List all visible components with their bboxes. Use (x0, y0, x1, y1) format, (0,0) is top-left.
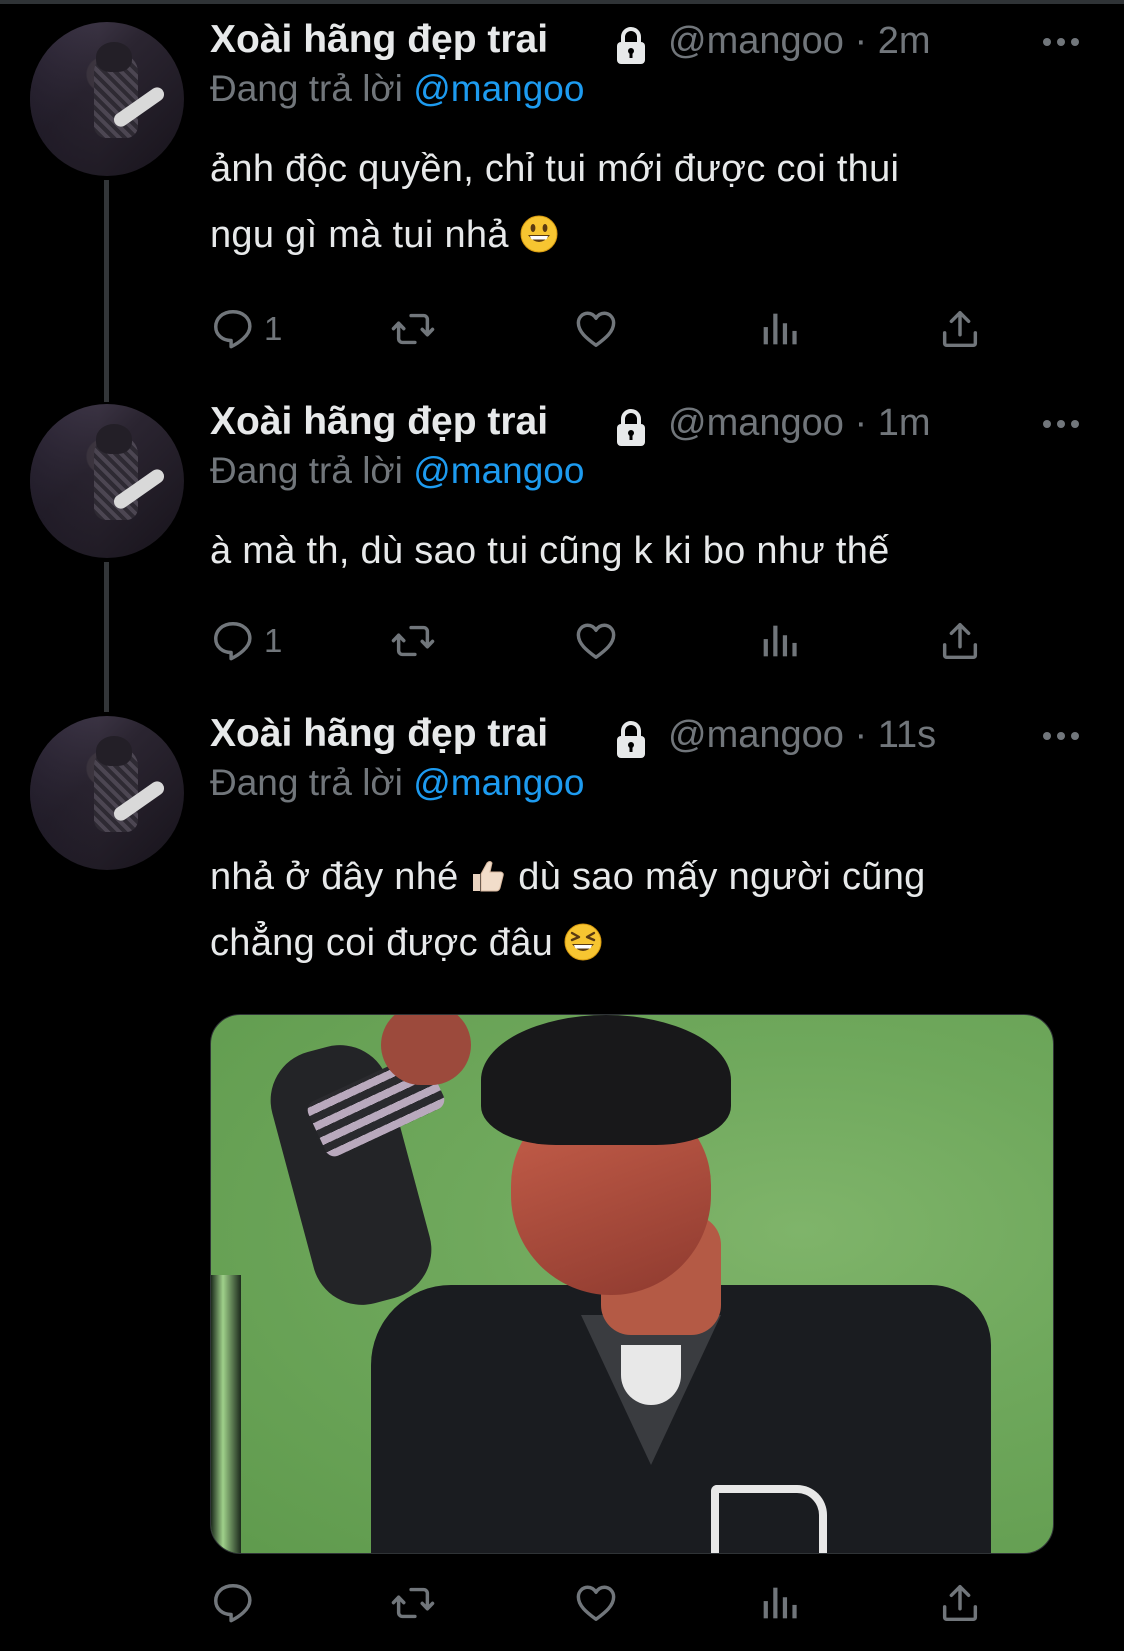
reply-icon (210, 618, 256, 664)
handle-time[interactable]: @mangoo · 11s (668, 714, 936, 757)
lock-icon (611, 720, 651, 760)
grinning-squinting-face-emoji (564, 923, 602, 961)
tweet-text: ảnh độc quyền, chỉ tui mới được coi thui… (210, 148, 900, 256)
tweet-text: à mà th, dù sao tui cũng k ki bo như thế (210, 530, 890, 572)
display-name[interactable]: Xoài hãng đẹp trai (210, 712, 548, 756)
share-button[interactable] (937, 616, 983, 666)
replying-to: Đang trả lời @mangoo (210, 450, 585, 491)
tweet-1[interactable]: Xoài hãng đẹp trai @mangoo · 2m Đang trả… (0, 18, 1124, 402)
avatar[interactable] (30, 716, 184, 870)
like-icon (573, 618, 619, 664)
reply-button[interactable]: 1 (210, 304, 282, 354)
top-divider (0, 0, 1124, 4)
views-button[interactable] (756, 1578, 802, 1628)
views-icon (756, 1580, 802, 1626)
share-icon (937, 1580, 983, 1626)
replying-to: Đang trả lời @mangoo (210, 762, 585, 803)
retweet-icon (390, 1580, 436, 1626)
display-name[interactable]: Xoài hãng đẹp trai (210, 18, 548, 62)
views-icon (756, 306, 802, 352)
share-icon (937, 306, 983, 352)
tweet-text: nhả ở đây nhé dù sao mấy người cũng chẳn… (210, 856, 926, 964)
action-bar: 1 (210, 616, 1010, 666)
mention-link[interactable]: @mangoo (413, 68, 584, 109)
tweet-2[interactable]: Xoài hãng đẹp trai @mangoo · 1m Đang trả… (0, 400, 1124, 712)
thread-line (104, 562, 109, 712)
avatar[interactable] (30, 22, 184, 176)
action-bar (210, 1578, 1010, 1628)
reply-icon (210, 306, 256, 352)
retweet-button[interactable] (390, 1578, 436, 1628)
lock-icon (611, 408, 651, 448)
grinning-face-emoji (520, 215, 558, 253)
more-icon[interactable] (1037, 22, 1085, 62)
views-button[interactable] (756, 616, 802, 666)
thread-line (104, 180, 109, 402)
handle-time[interactable]: @mangoo · 1m (668, 402, 930, 445)
mention-link[interactable]: @mangoo (413, 450, 584, 491)
like-button[interactable] (573, 304, 619, 354)
share-icon (937, 618, 983, 664)
thumbs-up-emoji (469, 857, 507, 895)
more-icon[interactable] (1037, 716, 1085, 756)
like-button[interactable] (573, 616, 619, 666)
share-button[interactable] (937, 1578, 983, 1628)
like-icon (573, 1580, 619, 1626)
more-icon[interactable] (1037, 404, 1085, 444)
handle-time[interactable]: @mangoo · 2m (668, 20, 930, 63)
like-icon (573, 306, 619, 352)
avatar[interactable] (30, 404, 184, 558)
reply-button[interactable] (210, 1578, 256, 1628)
share-button[interactable] (937, 304, 983, 354)
retweet-icon (390, 618, 436, 664)
views-icon (756, 618, 802, 664)
display-name[interactable]: Xoài hãng đẹp trai (210, 400, 548, 444)
reply-icon (210, 1580, 256, 1626)
retweet-button[interactable] (390, 616, 436, 666)
like-button[interactable] (573, 1578, 619, 1628)
retweet-button[interactable] (390, 304, 436, 354)
action-bar: 1 (210, 304, 1010, 354)
views-button[interactable] (756, 304, 802, 354)
replying-to: Đang trả lời @mangoo (210, 68, 585, 109)
tweet-photo[interactable] (210, 1014, 1054, 1554)
lock-icon (611, 26, 651, 66)
reply-button[interactable]: 1 (210, 616, 282, 666)
retweet-icon (390, 306, 436, 352)
mention-link[interactable]: @mangoo (413, 762, 584, 803)
